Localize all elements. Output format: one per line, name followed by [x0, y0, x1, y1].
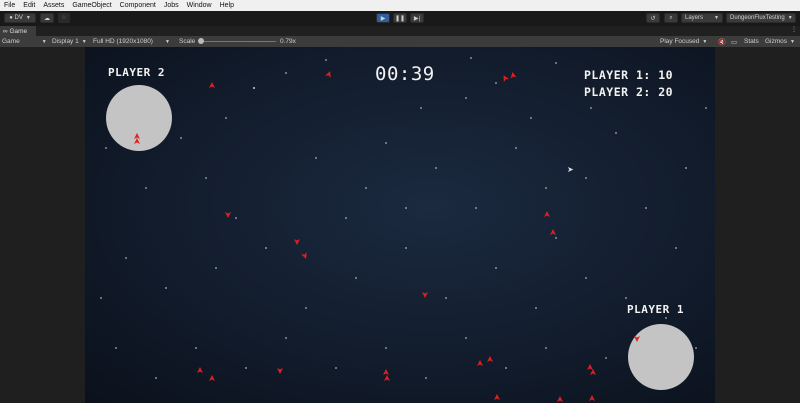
- scale-slider-handle[interactable]: [198, 38, 204, 44]
- cloud-button[interactable]: ☁: [40, 13, 54, 23]
- menu-bar: File Edit Assets GameObject Component Jo…: [0, 0, 800, 11]
- ship: [422, 292, 428, 298]
- collab-button[interactable]: ◌: [58, 13, 70, 23]
- main-toolbar: ● DV ▼ ☁ ◌ ▶ ❚❚ ▶| ↺ ⌕ Layers ▼ DungeonF…: [0, 11, 800, 27]
- layers-label: Layers: [685, 15, 704, 21]
- mute-audio-button[interactable]: 🔇: [718, 37, 726, 46]
- scale-slider-track[interactable]: [202, 41, 276, 42]
- layout-dropdown[interactable]: DungeonFluxTesting ▼: [726, 13, 796, 23]
- ships-layer: [134, 71, 640, 402]
- display-dropdown[interactable]: Display 1 ▼: [52, 37, 87, 46]
- chevron-down-icon: ▼: [790, 38, 795, 45]
- play-mode-label: Play Focused: [660, 38, 700, 45]
- pause-button[interactable]: ❚❚: [393, 13, 407, 23]
- gizmos-label: Gizmos: [765, 38, 788, 45]
- menu-gameobject[interactable]: GameObject: [68, 2, 115, 9]
- resolution-dropdown[interactable]: Full HD (1920x1080) ▼: [93, 37, 170, 46]
- ship: [209, 375, 215, 381]
- account-label: DV: [14, 15, 23, 21]
- chevron-down-icon: ▼: [164, 38, 170, 45]
- pause-icon: ❚❚: [394, 15, 406, 22]
- tab-game-label: Game: [9, 27, 28, 35]
- history-button[interactable]: ↺: [646, 13, 660, 23]
- ship: [225, 212, 231, 218]
- resolution-label: Full HD (1920x1080): [93, 38, 153, 45]
- menu-edit[interactable]: Edit: [19, 2, 39, 9]
- chevron-down-icon: ▼: [41, 38, 47, 45]
- ship: [510, 72, 517, 79]
- play-mode-dropdown[interactable]: Play Focused ▼: [660, 37, 707, 46]
- menu-window[interactable]: Window: [183, 2, 216, 9]
- ship: [477, 360, 483, 366]
- game-canvas[interactable]: PLAYER 2 00:39 PLAYER 1: 10 PLAYER 2: 20…: [85, 47, 715, 403]
- more-options-icon[interactable]: ⋮: [791, 26, 797, 33]
- game-viewport: PLAYER 2 00:39 PLAYER 1: 10 PLAYER 2: 20…: [0, 47, 800, 403]
- mouse-cursor-icon: ➤: [567, 165, 574, 174]
- account-dropdown[interactable]: ● DV ▼: [4, 13, 36, 23]
- view-mode-dropdown[interactable]: Game ▼: [2, 37, 47, 46]
- stats-button[interactable]: Stats: [744, 37, 759, 46]
- ship: [503, 75, 510, 83]
- ship: [590, 369, 596, 375]
- ship: [294, 239, 300, 245]
- ship: [550, 229, 556, 235]
- ship: [277, 368, 283, 374]
- toggle-button[interactable]: ▭: [731, 37, 737, 46]
- layers-dropdown[interactable]: Layers ▼: [681, 13, 723, 23]
- search-button[interactable]: ⌕: [664, 13, 678, 23]
- collab-icon: ◌: [62, 15, 66, 21]
- tab-bar: ∞ Game ⋮: [0, 26, 800, 36]
- game-view-toolbar: Game ▼ Display 1 ▼ Full HD (1920x1080) ▼…: [0, 36, 800, 47]
- speaker-mute-icon: 🔇: [718, 38, 727, 46]
- ship: [197, 367, 203, 373]
- menu-jobs[interactable]: Jobs: [160, 2, 183, 9]
- layout-label: DungeonFluxTesting: [730, 15, 785, 21]
- gizmos-dropdown[interactable]: Gizmos ▼: [765, 37, 795, 46]
- menu-component[interactable]: Component: [116, 2, 160, 9]
- ship: [134, 138, 140, 144]
- chevron-down-icon: ▼: [787, 15, 793, 21]
- menu-help[interactable]: Help: [216, 2, 238, 9]
- ship: [301, 252, 307, 259]
- search-icon: ⌕: [669, 14, 673, 21]
- ship: [325, 71, 331, 78]
- ship: [494, 394, 500, 400]
- history-icon: ↺: [650, 15, 656, 22]
- step-icon: ▶|: [413, 15, 421, 22]
- ship: [589, 395, 595, 401]
- menu-file[interactable]: File: [0, 2, 19, 9]
- menu-assets[interactable]: Assets: [39, 2, 68, 9]
- play-button[interactable]: ▶: [376, 13, 390, 23]
- step-button[interactable]: ▶|: [410, 13, 424, 23]
- cloud-icon: ☁: [44, 15, 50, 22]
- view-mode-label: Game: [2, 38, 20, 45]
- chevron-down-icon: ▼: [81, 38, 87, 45]
- ship: [384, 375, 390, 381]
- scale-value: 0.79x: [280, 38, 296, 45]
- ship: [487, 356, 493, 362]
- ship: [557, 396, 563, 402]
- display-label: Display 1: [52, 38, 79, 45]
- ship: [544, 211, 550, 217]
- chevron-down-icon: ▼: [25, 15, 31, 21]
- ship: [587, 364, 593, 370]
- panel-icon: ▭: [731, 38, 738, 46]
- ship: [383, 369, 389, 375]
- ship: [209, 82, 215, 88]
- ship: [634, 336, 640, 342]
- scale-label: Scale: [179, 38, 196, 45]
- play-icon: ▶: [380, 15, 386, 22]
- tab-game[interactable]: ∞ Game: [0, 26, 36, 36]
- chevron-down-icon: ▼: [702, 38, 708, 45]
- chevron-down-icon: ▼: [714, 15, 719, 21]
